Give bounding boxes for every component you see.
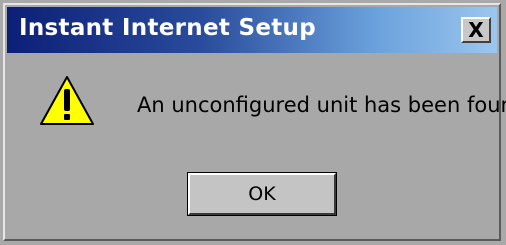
dialog-window: Instant Internet Setup X An unconfigured… [3,3,506,241]
warning-icon [40,76,94,125]
window-title: Instant Internet Setup [19,15,316,41]
dialog-message: An unconfigured unit has been found [137,93,506,117]
close-button[interactable]: X [461,17,491,43]
ok-button-label: OK [248,183,276,205]
title-bar[interactable]: Instant Internet Setup X [7,7,497,53]
ok-button[interactable]: OK [187,172,337,216]
close-icon: X [468,18,484,42]
